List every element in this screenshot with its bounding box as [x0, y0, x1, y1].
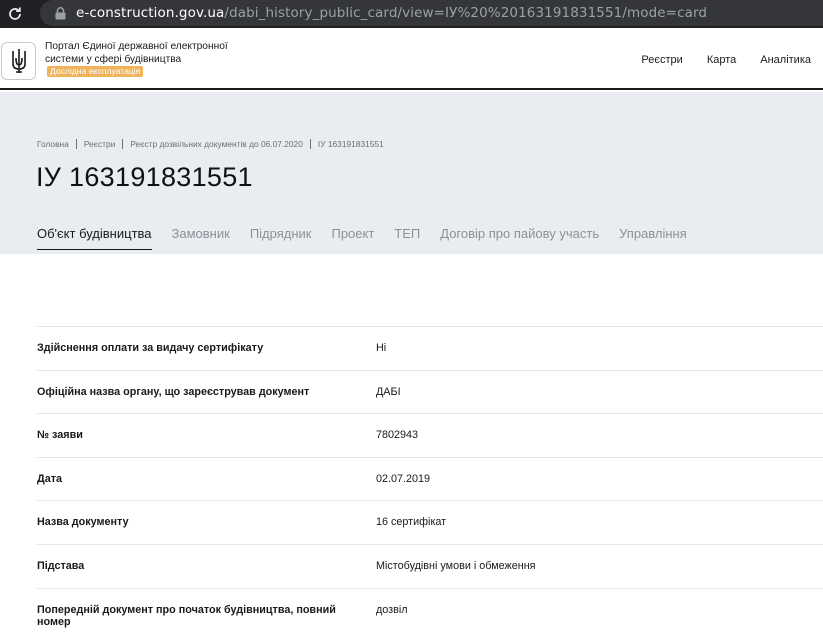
- portal-title-text: Портал Єдиної державної електронної сист…: [45, 41, 228, 65]
- table-row: Дата 02.07.2019: [37, 456, 823, 501]
- top-nav: Реєстри Карта Аналітика: [641, 54, 811, 66]
- portal-title[interactable]: Портал Єдиної державної електронної сист…: [45, 41, 245, 79]
- breadcrumb-registries[interactable]: Реєстри: [84, 139, 116, 149]
- breadcrumb-current: IУ 163191831551: [317, 139, 384, 149]
- hero-section: Головна Реєстри Реєстр дозвільних докуме…: [0, 92, 823, 254]
- tab-project[interactable]: Проект: [331, 226, 374, 250]
- breadcrumb-separator: [122, 139, 124, 149]
- field-label: Підстава: [37, 559, 85, 572]
- tab-tep[interactable]: ТЕП: [394, 226, 420, 250]
- field-value: ДАБІ: [376, 385, 401, 398]
- nav-analytics[interactable]: Аналітика: [760, 54, 811, 66]
- page-title: IУ 163191831551: [36, 162, 253, 192]
- tab-management[interactable]: Управління: [619, 226, 687, 250]
- tab-equity-agreement[interactable]: Договір про пайову участь: [440, 226, 599, 250]
- tab-construction-object[interactable]: Об'єкт будівництва: [37, 226, 152, 250]
- field-label: Назва документу: [37, 516, 129, 529]
- details-table: Здійснення оплати за видачу сертифікату …: [37, 326, 823, 631]
- tab-customer[interactable]: Замовник: [172, 226, 230, 250]
- field-label: Попередній документ про початок будівниц…: [37, 603, 336, 629]
- field-value: Ні: [376, 342, 387, 354]
- breadcrumb: Головна Реєстри Реєстр дозвільних докуме…: [37, 139, 384, 149]
- table-row: Назва документу 16 сертифікат: [37, 500, 823, 544]
- field-value: Містобудівні умови і обмеження: [376, 559, 536, 572]
- nav-registries[interactable]: Реєстри: [641, 54, 682, 66]
- field-label: Офіційна назва органу, що зареєстрував д…: [37, 385, 310, 398]
- url-text: e-construction.gov.ua/dabi_history_publi…: [76, 5, 707, 21]
- status-badge: Дослідна експлуатація: [47, 66, 144, 77]
- reload-icon[interactable]: [0, 0, 30, 28]
- field-label: № заяви: [37, 429, 83, 442]
- table-row: № заяви 7802943: [37, 413, 823, 457]
- field-label: Дата: [37, 472, 62, 485]
- tab-bar: Об'єкт будівництва Замовник Підрядник Пр…: [37, 226, 687, 250]
- table-row: Попередній документ про початок будівниц…: [37, 587, 823, 632]
- url-field[interactable]: e-construction.gov.ua/dabi_history_publi…: [40, 0, 823, 26]
- trident-emblem-icon[interactable]: [1, 42, 36, 80]
- breadcrumb-separator: [309, 139, 311, 149]
- field-value: 02.07.2019: [376, 472, 431, 485]
- breadcrumb-home[interactable]: Головна: [37, 139, 69, 149]
- site-header: Портал Єдиної державної електронної сист…: [0, 32, 823, 90]
- table-row: Офіційна назва органу, що зареєстрував д…: [37, 369, 823, 414]
- field-value: дозвіл: [376, 603, 408, 616]
- breadcrumb-registry[interactable]: Реєстр дозвільних документів до 06.07.20…: [130, 139, 303, 149]
- url-path: /dabi_history_public_card/view=IУ%20%201…: [224, 5, 708, 21]
- browser-address-bar: e-construction.gov.ua/dabi_history_publi…: [0, 0, 823, 28]
- field-value: 16 сертифікат: [376, 516, 447, 529]
- table-row: Здійснення оплати за видачу сертифікату …: [37, 326, 823, 370]
- nav-map[interactable]: Карта: [707, 54, 736, 66]
- breadcrumb-separator: [75, 139, 77, 149]
- tab-contractor[interactable]: Підрядник: [250, 226, 312, 250]
- lock-icon[interactable]: [52, 5, 68, 21]
- field-value: 7802943: [376, 429, 419, 442]
- field-label: Здійснення оплати за видачу сертифікату: [37, 342, 264, 354]
- table-row: Підстава Містобудівні умови і обмеження: [37, 543, 823, 588]
- url-host: e-construction.gov.ua: [76, 5, 225, 21]
